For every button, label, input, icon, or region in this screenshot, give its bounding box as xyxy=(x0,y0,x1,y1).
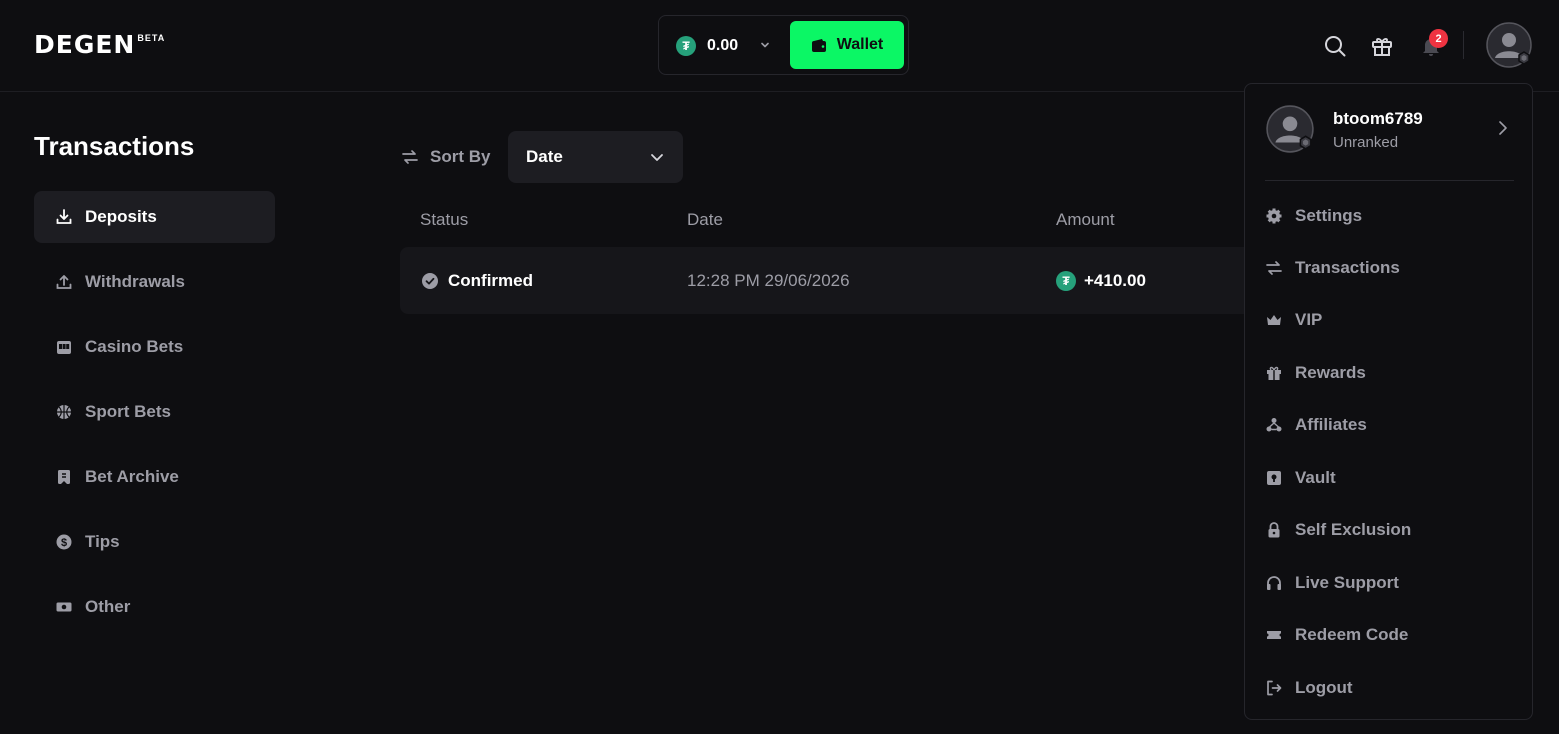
sidebar-item-bet-archive[interactable]: Bet Archive xyxy=(34,451,275,503)
menu-item-label: Affiliates xyxy=(1295,415,1367,434)
sort-by-label: Sort By xyxy=(430,147,491,166)
menu-username[interactable]: btoom6789 xyxy=(1333,109,1423,129)
column-header-amount: Amount xyxy=(1056,210,1115,229)
search-icon[interactable] xyxy=(1322,33,1348,59)
logo-text: DEGEN xyxy=(34,30,136,59)
gift-icon xyxy=(1267,366,1281,380)
menu-item-label: Settings xyxy=(1295,206,1363,225)
download-icon xyxy=(56,209,72,224)
column-header-date: Date xyxy=(687,210,723,229)
usdt-coin-icon: ₮ xyxy=(1056,271,1076,291)
menu-item-rewards[interactable]: Rewards xyxy=(1265,353,1514,393)
vault-icon xyxy=(1267,471,1281,485)
logout-icon xyxy=(1267,680,1282,696)
menu-item-label: Logout xyxy=(1295,678,1353,697)
menu-rank: Unranked xyxy=(1333,134,1399,151)
sidebar-item-label: Casino Bets xyxy=(85,337,184,356)
sidebar-item-label: Bet Archive xyxy=(85,467,179,486)
sort-select-value: Date xyxy=(526,147,563,166)
wallet-icon xyxy=(811,38,826,52)
menu-item-label: VIP xyxy=(1295,310,1323,329)
avatar[interactable] xyxy=(1265,104,1315,154)
top-header: DEGEN BETA ₮ 0.00 Wallet 2 xyxy=(0,0,1559,92)
menu-item-label: Rewards xyxy=(1295,363,1366,382)
lock-icon xyxy=(1268,522,1280,538)
menu-item-logout[interactable]: Logout xyxy=(1265,668,1514,708)
headset-icon xyxy=(1267,576,1281,590)
sidebar-item-withdrawals[interactable]: Withdrawals xyxy=(34,256,275,308)
cash-icon xyxy=(56,602,72,612)
swap-arrows-icon xyxy=(1266,261,1282,275)
menu-item-vault[interactable]: Vault xyxy=(1265,458,1514,498)
archive-icon xyxy=(58,470,70,484)
check-circle-icon xyxy=(421,272,439,295)
menu-item-affiliates[interactable]: Affiliates xyxy=(1265,405,1514,445)
sidebar-item-other[interactable]: Other xyxy=(34,581,275,633)
menu-item-settings[interactable]: Settings xyxy=(1265,196,1514,236)
slot-machine-icon xyxy=(57,341,71,354)
menu-divider xyxy=(1265,180,1514,181)
sidebar-item-deposits[interactable]: Deposits xyxy=(34,191,275,243)
menu-item-label: Transactions xyxy=(1295,258,1400,277)
svg-text:$: $ xyxy=(61,537,67,549)
chevron-right-icon[interactable] xyxy=(1496,120,1510,141)
menu-item-label: Self Exclusion xyxy=(1295,520,1412,539)
gift-icon[interactable] xyxy=(1369,33,1395,59)
menu-item-label: Redeem Code xyxy=(1295,625,1409,644)
menu-item-label: Live Support xyxy=(1295,573,1399,592)
sidebar-item-label: Deposits xyxy=(85,207,157,226)
sidebar-item-sport-bets[interactable]: Sport Bets xyxy=(34,386,275,438)
balance-wallet-group: ₮ 0.00 Wallet xyxy=(658,15,909,75)
sidebar-item-label: Other xyxy=(85,597,131,616)
balance-value[interactable]: 0.00 xyxy=(707,36,738,56)
sidebar-item-label: Sport Bets xyxy=(85,402,171,421)
avatar[interactable] xyxy=(1485,21,1533,69)
menu-item-redeem-code[interactable]: Redeem Code xyxy=(1265,615,1514,655)
sidebar-item-tips[interactable]: $ Tips xyxy=(34,516,275,568)
logo-beta-tag: BETA xyxy=(137,33,166,43)
gear-icon xyxy=(1266,208,1282,224)
upload-icon xyxy=(56,275,72,289)
menu-item-label: Vault xyxy=(1295,468,1336,487)
crown-icon xyxy=(1267,315,1281,325)
menu-item-live-support[interactable]: Live Support xyxy=(1265,563,1514,603)
page-title: Transactions xyxy=(34,131,195,161)
user-menu: btoom6789 Unranked Settings Transactions… xyxy=(1244,83,1533,720)
dollar-coin-icon: $ xyxy=(56,534,72,550)
sort-icon xyxy=(401,148,419,171)
table-row[interactable]: Confirmed 12:28 PM 29/06/2026 ₮ +410.00 xyxy=(400,247,1300,314)
chevron-down-icon xyxy=(649,149,665,170)
wallet-button[interactable]: Wallet xyxy=(790,21,904,69)
chevron-down-icon[interactable] xyxy=(759,38,771,56)
sidebar-item-label: Tips xyxy=(85,532,120,551)
sidebar-item-casino-bets[interactable]: Casino Bets xyxy=(34,321,275,373)
ticket-icon xyxy=(1267,631,1281,639)
usdt-coin-icon: ₮ xyxy=(676,36,696,56)
column-header-status: Status xyxy=(420,210,469,229)
basketball-icon xyxy=(57,405,71,419)
notification-badge: 2 xyxy=(1429,29,1448,48)
affiliates-icon xyxy=(1266,418,1282,432)
sort-select[interactable]: Date xyxy=(508,131,683,183)
wallet-button-label: Wallet xyxy=(836,36,884,53)
header-divider xyxy=(1463,31,1464,59)
status-text: Confirmed xyxy=(448,271,533,290)
menu-item-vip[interactable]: VIP xyxy=(1265,300,1514,340)
menu-item-transactions[interactable]: Transactions xyxy=(1265,248,1514,288)
logo[interactable]: DEGEN BETA xyxy=(34,32,165,58)
sidebar-item-label: Withdrawals xyxy=(85,272,185,291)
menu-item-self-exclusion[interactable]: Self Exclusion xyxy=(1265,510,1514,550)
date-text: 12:28 PM 29/06/2026 xyxy=(687,271,850,290)
amount-text: +410.00 xyxy=(1084,271,1146,290)
